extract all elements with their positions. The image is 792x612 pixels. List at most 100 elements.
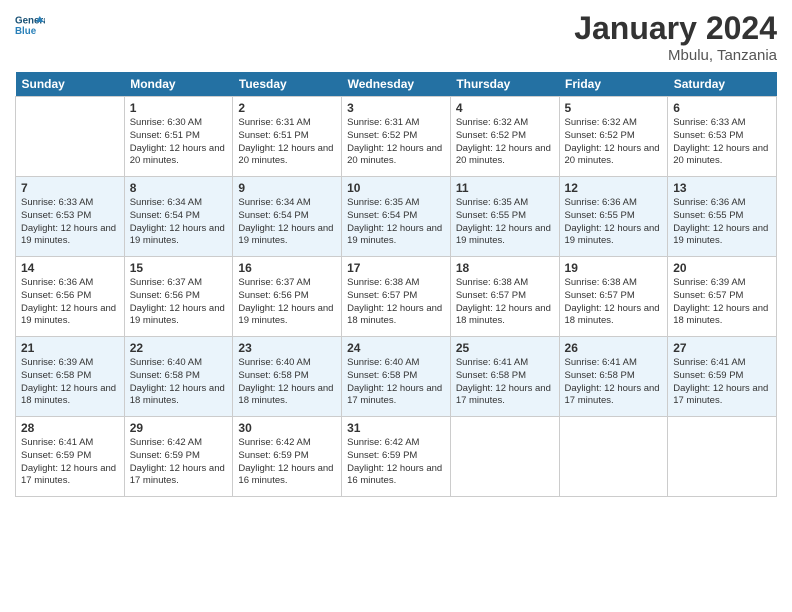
day-number: 13 [673, 181, 771, 195]
day-info: Sunrise: 6:32 AMSunset: 6:52 PMDaylight:… [456, 117, 554, 168]
week-row-0: 1 Sunrise: 6:30 AMSunset: 6:51 PMDaylight… [16, 97, 777, 177]
day-cell: 10Sunrise: 6:35 AMSunset: 6:54 PMDayligh… [342, 177, 451, 257]
day-cell: 1 Sunrise: 6:30 AMSunset: 6:51 PMDaylight… [124, 97, 233, 177]
day-number: 14 [21, 261, 119, 275]
week-row-2: 14 Sunrise: 6:36 AMSunset: 6:56 PMDayligh… [16, 257, 777, 337]
day-cell: 27 Sunrise: 6:41 AMSunset: 6:59 PMDayligh… [668, 337, 777, 417]
header-cell-wednesday: Wednesday [342, 72, 451, 97]
week-row-3: 21 Sunrise: 6:39 AMSunset: 6:58 PMDayligh… [16, 337, 777, 417]
day-cell: 13 Sunrise: 6:36 AMSunset: 6:55 PMDayligh… [668, 177, 777, 257]
day-cell [559, 417, 668, 497]
day-info: Sunrise: 6:33 AMSunset: 6:53 PMDaylight:… [21, 197, 119, 248]
day-cell: 14 Sunrise: 6:36 AMSunset: 6:56 PMDayligh… [16, 257, 125, 337]
day-number: 8 [130, 181, 228, 195]
day-info: Sunrise: 6:42 AMSunset: 6:59 PMDaylight:… [347, 437, 445, 488]
header-row: SundayMondayTuesdayWednesdayThursdayFrid… [16, 72, 777, 97]
day-cell: 20Sunrise: 6:39 AMSunset: 6:57 PMDayligh… [668, 257, 777, 337]
day-number: 18 [456, 261, 554, 275]
header-cell-monday: Monday [124, 72, 233, 97]
day-cell: 12Sunrise: 6:36 AMSunset: 6:55 PMDayligh… [559, 177, 668, 257]
day-number: 1 [130, 101, 228, 115]
day-number: 12 [565, 181, 663, 195]
location: Mbulu, Tanzania [574, 47, 777, 64]
day-cell: 25 Sunrise: 6:41 AMSunset: 6:58 PMDayligh… [450, 337, 559, 417]
day-cell: 19Sunrise: 6:38 AMSunset: 6:57 PMDayligh… [559, 257, 668, 337]
svg-text:Blue: Blue [15, 26, 37, 37]
day-cell: 21 Sunrise: 6:39 AMSunset: 6:58 PMDayligh… [16, 337, 125, 417]
day-cell: 9 Sunrise: 6:34 AMSunset: 6:54 PMDaylight… [233, 177, 342, 257]
day-cell [668, 417, 777, 497]
day-info: Sunrise: 6:30 AMSunset: 6:51 PMDaylight:… [130, 117, 228, 168]
month-title: January 2024 [574, 10, 777, 47]
day-number: 21 [21, 341, 119, 355]
header-cell-thursday: Thursday [450, 72, 559, 97]
day-number: 27 [673, 341, 771, 355]
day-cell: 7 Sunrise: 6:33 AMSunset: 6:53 PMDaylight… [16, 177, 125, 257]
day-cell: 29Sunrise: 6:42 AMSunset: 6:59 PMDayligh… [124, 417, 233, 497]
day-number: 17 [347, 261, 445, 275]
day-info: Sunrise: 6:32 AMSunset: 6:52 PMDaylight:… [565, 117, 663, 168]
day-info: Sunrise: 6:38 AMSunset: 6:57 PMDaylight:… [456, 277, 554, 328]
day-number: 11 [456, 181, 554, 195]
day-info: Sunrise: 6:37 AMSunset: 6:56 PMDaylight:… [238, 277, 336, 328]
day-number: 30 [238, 421, 336, 435]
day-info: Sunrise: 6:36 AMSunset: 6:56 PMDaylight:… [21, 277, 119, 328]
day-info: Sunrise: 6:40 AMSunset: 6:58 PMDaylight:… [130, 357, 228, 408]
day-cell: 16 Sunrise: 6:37 AMSunset: 6:56 PMDayligh… [233, 257, 342, 337]
day-info: Sunrise: 6:41 AMSunset: 6:58 PMDaylight:… [456, 357, 554, 408]
day-info: Sunrise: 6:33 AMSunset: 6:53 PMDaylight:… [673, 117, 771, 168]
day-cell: 2Sunrise: 6:31 AMSunset: 6:51 PMDaylight… [233, 97, 342, 177]
day-info: Sunrise: 6:34 AMSunset: 6:54 PMDaylight:… [238, 197, 336, 248]
day-cell: 3 Sunrise: 6:31 AMSunset: 6:52 PMDaylight… [342, 97, 451, 177]
day-cell: 8 Sunrise: 6:34 AMSunset: 6:54 PMDaylight… [124, 177, 233, 257]
logo: General Blue [15, 10, 49, 40]
day-number: 31 [347, 421, 445, 435]
day-info: Sunrise: 6:34 AMSunset: 6:54 PMDaylight:… [130, 197, 228, 248]
day-cell: 5 Sunrise: 6:32 AMSunset: 6:52 PMDaylight… [559, 97, 668, 177]
day-cell: 24Sunrise: 6:40 AMSunset: 6:58 PMDayligh… [342, 337, 451, 417]
day-number: 15 [130, 261, 228, 275]
day-info: Sunrise: 6:40 AMSunset: 6:58 PMDaylight:… [238, 357, 336, 408]
day-info: Sunrise: 6:39 AMSunset: 6:58 PMDaylight:… [21, 357, 119, 408]
day-number: 3 [347, 101, 445, 115]
header-cell-friday: Friday [559, 72, 668, 97]
day-info: Sunrise: 6:35 AMSunset: 6:55 PMDaylight:… [456, 197, 554, 248]
day-info: Sunrise: 6:35 AMSunset: 6:54 PMDaylight:… [347, 197, 445, 248]
day-info: Sunrise: 6:38 AMSunset: 6:57 PMDaylight:… [565, 277, 663, 328]
day-number: 23 [238, 341, 336, 355]
day-info: Sunrise: 6:31 AMSunset: 6:51 PMDaylight:… [238, 117, 336, 168]
day-info: Sunrise: 6:41 AMSunset: 6:58 PMDaylight:… [565, 357, 663, 408]
day-number: 16 [238, 261, 336, 275]
day-number: 4 [456, 101, 554, 115]
day-number: 28 [21, 421, 119, 435]
day-info: Sunrise: 6:36 AMSunset: 6:55 PMDaylight:… [673, 197, 771, 248]
day-number: 9 [238, 181, 336, 195]
day-number: 25 [456, 341, 554, 355]
calendar-table: SundayMondayTuesdayWednesdayThursdayFrid… [15, 72, 777, 497]
day-cell: 26 Sunrise: 6:41 AMSunset: 6:58 PMDayligh… [559, 337, 668, 417]
header-cell-tuesday: Tuesday [233, 72, 342, 97]
day-number: 26 [565, 341, 663, 355]
day-number: 5 [565, 101, 663, 115]
day-number: 22 [130, 341, 228, 355]
logo-icon: General Blue [15, 10, 45, 40]
day-cell: 15Sunrise: 6:37 AMSunset: 6:56 PMDayligh… [124, 257, 233, 337]
day-cell: 30Sunrise: 6:42 AMSunset: 6:59 PMDayligh… [233, 417, 342, 497]
day-number: 6 [673, 101, 771, 115]
day-cell: 22 Sunrise: 6:40 AMSunset: 6:58 PMDayligh… [124, 337, 233, 417]
day-info: Sunrise: 6:41 AMSunset: 6:59 PMDaylight:… [673, 357, 771, 408]
day-info: Sunrise: 6:31 AMSunset: 6:52 PMDaylight:… [347, 117, 445, 168]
day-cell [450, 417, 559, 497]
day-info: Sunrise: 6:41 AMSunset: 6:59 PMDaylight:… [21, 437, 119, 488]
day-number: 7 [21, 181, 119, 195]
day-cell: 23 Sunrise: 6:40 AMSunset: 6:58 PMDayligh… [233, 337, 342, 417]
day-number: 24 [347, 341, 445, 355]
day-cell: 6 Sunrise: 6:33 AMSunset: 6:53 PMDaylight… [668, 97, 777, 177]
page-header: General Blue January 2024 Mbulu, Tanzani… [15, 10, 777, 64]
week-row-4: 28 Sunrise: 6:41 AMSunset: 6:59 PMDayligh… [16, 417, 777, 497]
title-block: January 2024 Mbulu, Tanzania [574, 10, 777, 64]
day-cell: 4 Sunrise: 6:32 AMSunset: 6:52 PMDaylight… [450, 97, 559, 177]
day-number: 20 [673, 261, 771, 275]
day-number: 29 [130, 421, 228, 435]
day-cell: 18 Sunrise: 6:38 AMSunset: 6:57 PMDayligh… [450, 257, 559, 337]
